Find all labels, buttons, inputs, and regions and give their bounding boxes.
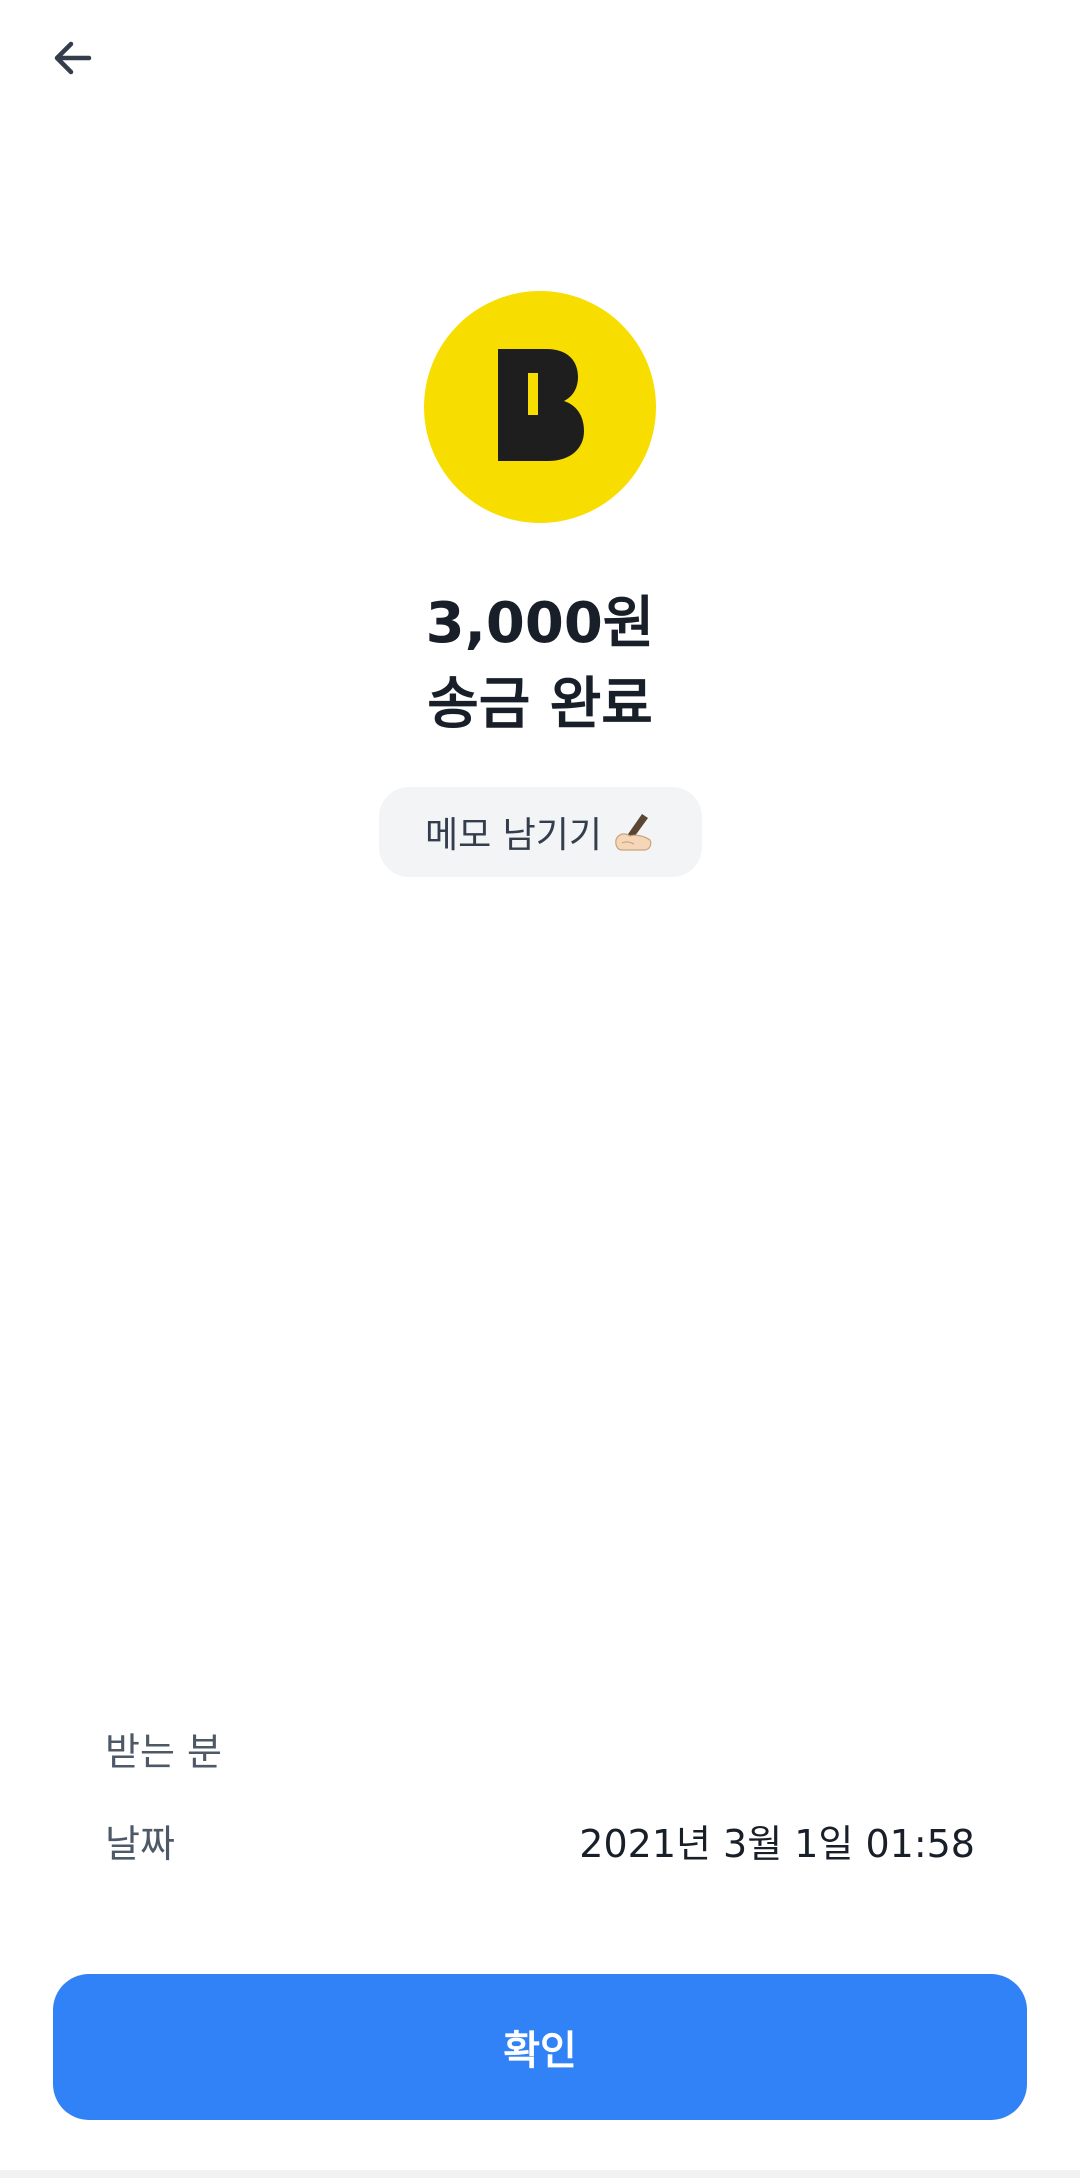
memo-button-label: 메모 남기기 [424, 815, 603, 856]
date-row: 날짜 2021년 3월 1일 01:58 [105, 1810, 975, 1870]
transfer-amount: 3,000원 [425, 591, 655, 656]
writing-hand-icon [612, 810, 656, 854]
confirm-button-label: 확인 [503, 2028, 577, 2074]
date-label: 날짜 [105, 1821, 175, 1866]
leave-memo-button[interactable]: 메모 남기기 [379, 787, 702, 877]
arrow-left-icon [49, 34, 97, 86]
recipient-row: 받는 분 [105, 1718, 975, 1778]
recipient-label: 받는 분 [105, 1729, 222, 1774]
date-value: 2021년 3월 1일 01:58 [579, 1821, 975, 1866]
back-button[interactable] [38, 25, 108, 95]
bottom-divider [0, 2170, 1080, 2178]
transfer-status: 송금 완료 [427, 672, 653, 737]
bank-logo [424, 291, 656, 523]
transfer-complete-screen: 3,000원 송금 완료 메모 남기기 받는 분 날짜 2021년 3월 1일 … [0, 0, 1080, 2178]
confirm-button[interactable]: 확인 [53, 1974, 1027, 2120]
bank-b-logo-icon [492, 345, 588, 469]
